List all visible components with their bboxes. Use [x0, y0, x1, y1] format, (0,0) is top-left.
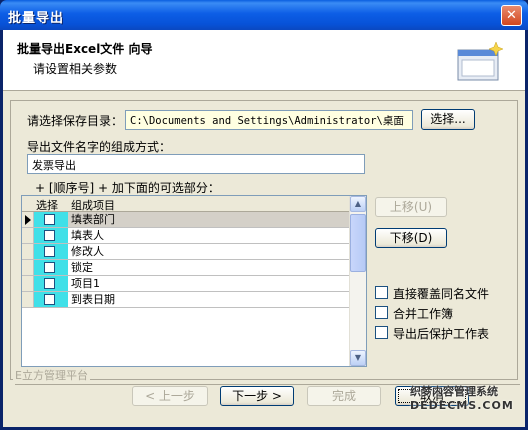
row-item: 填表人: [68, 228, 350, 244]
watermark-line1: 织梦内容管理系统: [410, 385, 498, 398]
next-button[interactable]: 下一步 >: [220, 386, 294, 406]
row-item: 项目1: [68, 276, 350, 292]
table-row[interactable]: 到表日期: [22, 292, 350, 308]
table-row[interactable]: 锁定: [22, 260, 350, 276]
wizard-header: 批量导出Excel文件 向导 请设置相关参数: [3, 30, 525, 91]
row-checkbox[interactable]: [44, 246, 55, 257]
header-subtitle: 请设置相关参数: [33, 62, 118, 76]
row-checkbox[interactable]: [44, 214, 55, 225]
merge-checkbox[interactable]: [375, 306, 388, 319]
overwrite-label: 直接覆盖同名文件: [393, 287, 490, 301]
filename-label: 导出文件名字的组成方式：: [27, 140, 172, 154]
title-bar[interactable]: 批量导出 ✕: [0, 0, 528, 30]
protect-checkbox[interactable]: [375, 326, 388, 339]
filename-input[interactable]: 发票导出: [27, 154, 365, 174]
window-title: 批量导出: [8, 11, 65, 26]
column-header-select[interactable]: 选择: [36, 197, 58, 213]
row-checkbox[interactable]: [44, 230, 55, 241]
table-row[interactable]: 填表人: [22, 228, 350, 244]
grid-scrollbar[interactable]: ▲ ▼: [349, 196, 366, 366]
row-item: 修改人: [68, 244, 350, 260]
move-down-button[interactable]: 下移(D): [375, 228, 447, 248]
table-row[interactable]: 项目1: [22, 276, 350, 292]
row-item: 到表日期: [68, 292, 350, 308]
dialog-window: 批量导出 ✕ 批量导出Excel文件 向导 请设置相关参数 请选择保存目录： C…: [0, 0, 528, 430]
scroll-down-icon[interactable]: ▼: [350, 350, 366, 366]
grid-header: 选择 组成项目: [22, 196, 350, 212]
scroll-up-icon[interactable]: ▲: [350, 196, 366, 212]
move-up-button[interactable]: 上移(U): [375, 197, 447, 217]
overwrite-checkbox[interactable]: [375, 286, 388, 299]
prev-button[interactable]: < 上一步: [132, 386, 208, 406]
watermark: 织梦内容管理系统 DEDECMS.COM: [410, 385, 514, 413]
close-button[interactable]: ✕: [501, 5, 522, 26]
save-dir-label: 请选择保存目录：: [27, 114, 124, 128]
watermark-line2: DEDECMS.COM: [410, 399, 514, 412]
save-dir-input[interactable]: C:\Documents and Settings\Administrator\…: [125, 110, 413, 130]
scroll-thumb[interactable]: [350, 214, 366, 272]
table-row[interactable]: 修改人: [22, 244, 350, 260]
finish-button[interactable]: 完成: [307, 386, 381, 406]
row-item: 锁定: [68, 260, 350, 276]
row-checkbox[interactable]: [44, 262, 55, 273]
filename-hint: + [顺序号] + 加下面的可选部分：: [35, 181, 220, 195]
row-checkbox[interactable]: [44, 294, 55, 305]
header-title: 批量导出Excel文件 向导: [17, 42, 153, 56]
row-item: 填表部门: [68, 212, 350, 228]
components-grid: 选择 组成项目 填表部门 填表人 修改人 锁定 项目1 到表日期 ▲ ▼: [21, 195, 367, 367]
row-pointer-icon: [22, 212, 34, 228]
table-row[interactable]: 填表部门: [22, 212, 350, 228]
browse-button[interactable]: 选择...: [421, 109, 475, 130]
platform-label: E立方管理平台: [13, 367, 90, 383]
wizard-window-icon: [457, 41, 504, 81]
column-header-item[interactable]: 组成项目: [71, 197, 115, 213]
dialog-client: 批量导出Excel文件 向导 请设置相关参数 请选择保存目录： C:\Docum…: [3, 30, 525, 427]
merge-label: 合并工作簿: [393, 307, 454, 321]
row-checkbox[interactable]: [44, 278, 55, 289]
protect-label: 导出后保护工作表: [393, 327, 490, 341]
